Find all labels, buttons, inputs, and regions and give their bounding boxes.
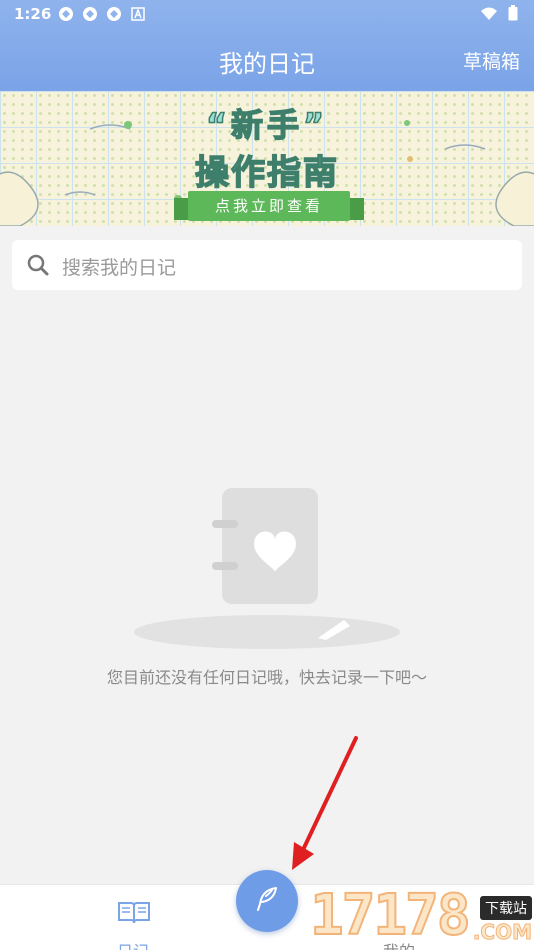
write-diary-button[interactable] xyxy=(236,870,298,932)
tab-diary-label: 日记 xyxy=(100,938,166,950)
sync-icon xyxy=(58,6,74,22)
sync-icon xyxy=(106,6,122,22)
empty-diary-illustration xyxy=(134,488,400,650)
annotation-arrow-icon xyxy=(292,736,358,870)
text-a-icon xyxy=(130,6,146,22)
tab-diary[interactable]: 日记 xyxy=(100,893,166,950)
banner-title-new-user: “新手” xyxy=(205,105,329,145)
notification-icons xyxy=(58,6,146,22)
system-icons xyxy=(480,5,518,25)
wifi-icon xyxy=(480,6,498,25)
battery-icon xyxy=(508,5,518,25)
tab-me-label: 我的 xyxy=(366,938,432,950)
empty-state-message: 您目前还没有任何日记哦，快去记录一下吧～ xyxy=(106,668,427,687)
app-header: 1:26 我的日记 草稿箱 xyxy=(0,0,534,91)
banner-title-guide: 操作指南 xyxy=(194,152,339,194)
search-input[interactable]: 搜索我的日记 xyxy=(12,240,522,290)
tab-me[interactable]: 我的 xyxy=(366,893,432,950)
search-icon xyxy=(26,253,50,281)
sync-icon xyxy=(82,6,98,22)
page-title: 我的日记 xyxy=(219,50,315,78)
book-icon xyxy=(117,899,151,929)
drafts-button[interactable]: 草稿箱 xyxy=(463,47,520,74)
search-placeholder: 搜索我的日记 xyxy=(62,257,177,279)
banner-view-now-button[interactable]: 点我立即查看 xyxy=(188,191,350,221)
status-time: 1:26 xyxy=(14,5,52,23)
status-bar: 1:26 xyxy=(0,0,534,28)
feather-pen-icon xyxy=(252,884,282,918)
